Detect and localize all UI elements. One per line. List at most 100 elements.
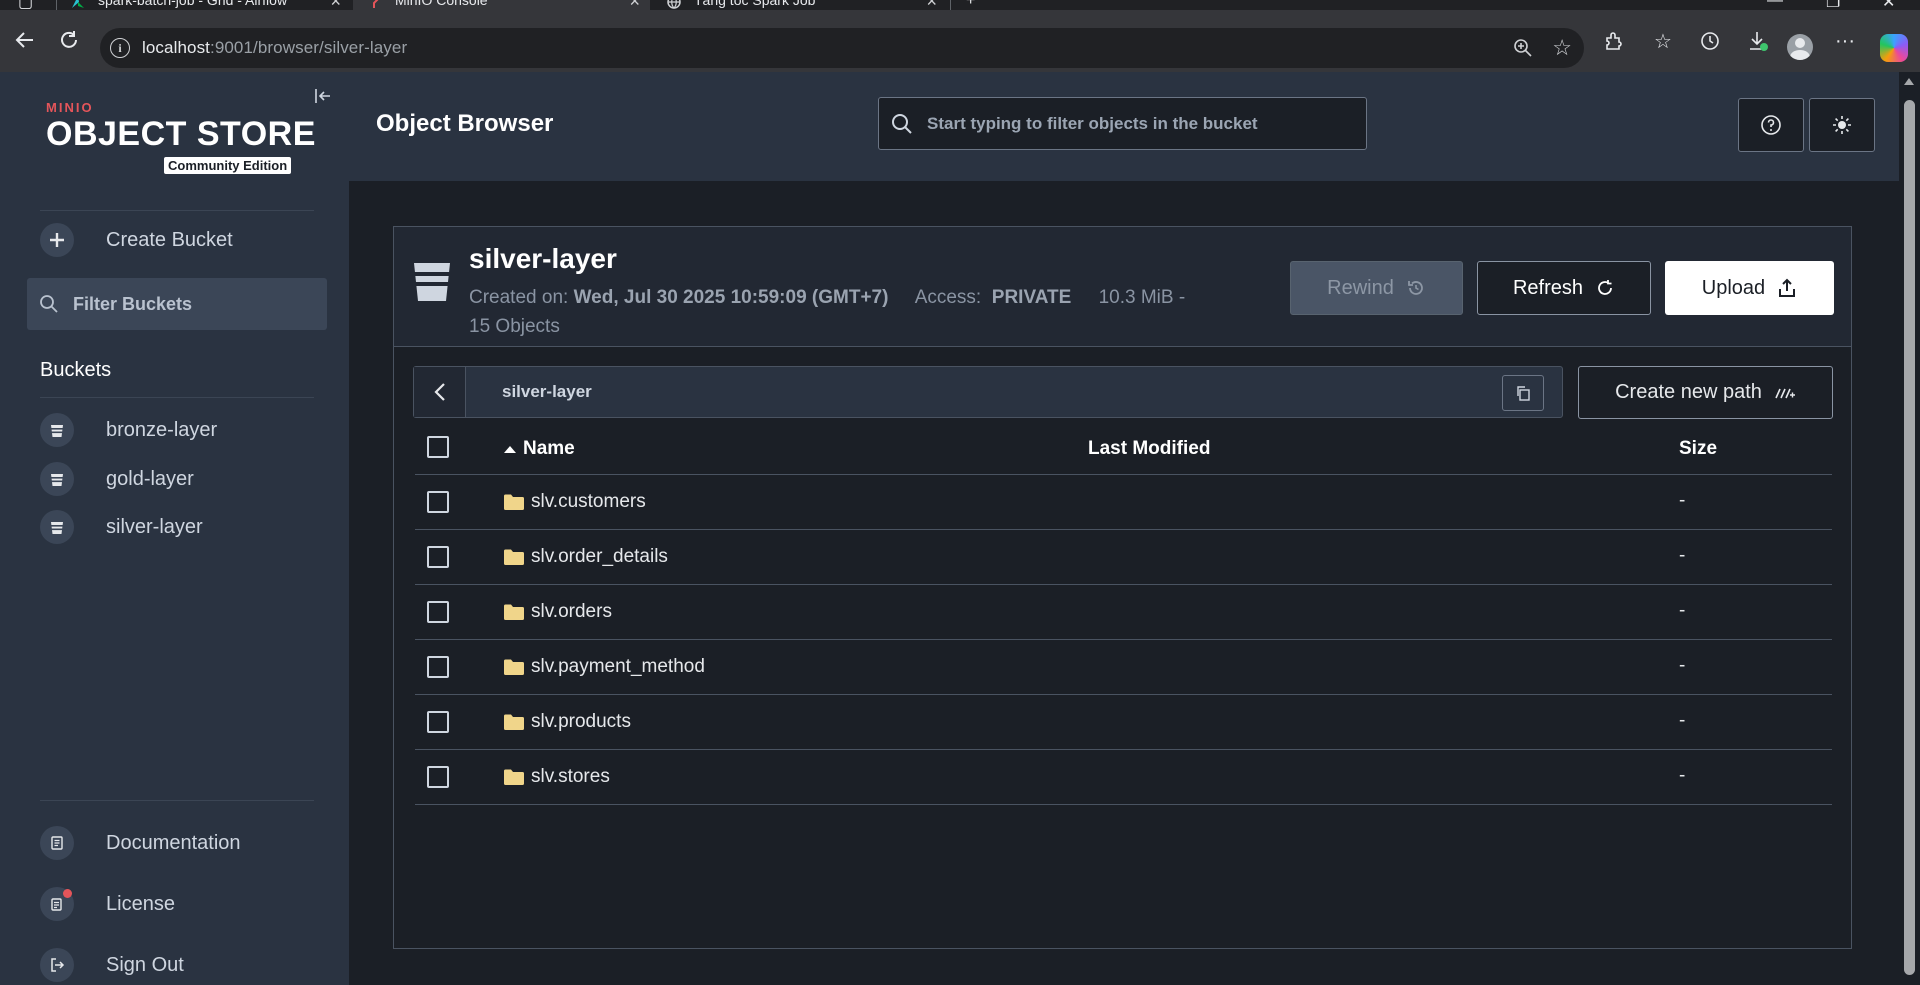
- create-bucket-button[interactable]: Create Bucket: [40, 223, 233, 257]
- row-checkbox[interactable]: [427, 766, 449, 788]
- table-row[interactable]: slv.payment_method -: [415, 640, 1832, 695]
- tab-title: spark-batch-job - Grid - Airflow: [98, 0, 288, 8]
- minimize-icon[interactable]: —: [1767, 0, 1783, 10]
- object-name: slv.stores: [531, 766, 610, 787]
- search-icon: [892, 113, 912, 134]
- bucket-header: silver-layer Created on: Wed, Jul 30 202…: [394, 227, 1851, 347]
- sun-icon: [1833, 116, 1851, 134]
- folder-icon: [504, 494, 524, 510]
- folder-icon: [504, 714, 524, 730]
- site-info-icon[interactable]: i: [110, 38, 130, 58]
- sidebar-item-bronze-layer[interactable]: bronze-layer: [40, 413, 217, 447]
- page-scrollbar[interactable]: [1899, 72, 1920, 985]
- scrollbar-thumb[interactable]: [1904, 100, 1915, 975]
- browser-tabstrip: ▢ spark-batch-job - Grid - Airflow × Min…: [0, 0, 1920, 11]
- filter-buckets-input[interactable]: Filter Buckets: [27, 278, 327, 330]
- new-path-icon: [1775, 388, 1795, 398]
- bucket-panel: silver-layer Created on: Wed, Jul 30 202…: [393, 226, 1852, 949]
- row-checkbox[interactable]: [427, 546, 449, 568]
- documentation-link[interactable]: Documentation: [40, 826, 241, 860]
- tab-airflow[interactable]: spark-batch-job - Grid - Airflow ×: [56, 0, 351, 11]
- object-name: slv.orders: [531, 601, 612, 622]
- row-checkbox[interactable]: [427, 491, 449, 513]
- help-button[interactable]: [1738, 98, 1804, 152]
- tab-separator: [950, 0, 951, 10]
- filter-placeholder: Filter Buckets: [73, 293, 193, 314]
- create-bucket-label: Create Bucket: [106, 228, 233, 251]
- zoom-icon[interactable]: [1512, 37, 1534, 64]
- edition-badge: Community Edition: [164, 157, 292, 174]
- table-row[interactable]: slv.customers -: [415, 475, 1832, 530]
- create-new-path-button[interactable]: Create new path: [1578, 366, 1833, 419]
- copy-path-button[interactable]: [1502, 375, 1544, 411]
- url-text: localhost:9001/browser/silver-layer: [142, 38, 408, 57]
- copilot-icon[interactable]: [1880, 34, 1908, 62]
- upload-label: Upload: [1701, 276, 1766, 299]
- collapse-sidebar-icon[interactable]: [314, 87, 334, 107]
- favorite-star-icon[interactable]: ☆: [1552, 35, 1572, 61]
- theme-toggle-button[interactable]: [1809, 98, 1875, 152]
- table-header: Name Last Modified Size: [415, 420, 1832, 475]
- table-row[interactable]: slv.orders -: [415, 585, 1832, 640]
- bucket-label: silver-layer: [106, 515, 203, 538]
- table-row[interactable]: slv.order_details -: [415, 530, 1832, 585]
- access-label: Access:: [914, 287, 982, 308]
- refresh-button[interactable]: Refresh: [1477, 261, 1651, 315]
- table-row[interactable]: slv.products -: [415, 695, 1832, 750]
- sort-ascending-icon[interactable]: [503, 444, 517, 454]
- upload-button[interactable]: Upload: [1665, 261, 1834, 315]
- downloads-icon[interactable]: [1744, 28, 1770, 54]
- reload-icon[interactable]: [57, 28, 81, 52]
- divider: [40, 210, 314, 211]
- scroll-up-icon[interactable]: [1904, 78, 1914, 85]
- folder-icon: [504, 659, 524, 675]
- object-name: slv.order_details: [531, 546, 668, 567]
- row-checkbox[interactable]: [427, 656, 449, 678]
- column-name[interactable]: Name: [523, 438, 575, 460]
- license-link[interactable]: License: [40, 887, 175, 921]
- new-tab-icon[interactable]: +: [966, 0, 975, 10]
- column-last-modified[interactable]: Last Modified: [1088, 438, 1210, 460]
- created-label: Created on:: [469, 287, 569, 308]
- breadcrumb-item[interactable]: silver-layer: [502, 382, 592, 402]
- tab-minio-console[interactable]: MinIO Console ×: [353, 0, 650, 11]
- object-name: slv.payment_method: [531, 656, 705, 677]
- sidebar: MINIO OBJECT STORE Community Edition Cre…: [0, 72, 349, 985]
- table-row[interactable]: slv.stores -: [415, 750, 1832, 805]
- sidebar-item-gold-layer[interactable]: gold-layer: [40, 462, 194, 496]
- row-checkbox[interactable]: [427, 711, 449, 733]
- object-size: -: [1679, 490, 1686, 511]
- back-button[interactable]: [414, 367, 466, 417]
- more-icon[interactable]: ···: [1832, 28, 1858, 54]
- object-name: slv.customers: [531, 491, 646, 512]
- rewind-label: Rewind: [1327, 276, 1394, 299]
- profile-avatar[interactable]: [1787, 34, 1813, 60]
- back-icon[interactable]: [13, 28, 37, 52]
- folder-icon: [504, 604, 524, 620]
- object-size: -: [1679, 655, 1686, 676]
- sign-out-icon: [40, 948, 74, 982]
- row-checkbox[interactable]: [427, 601, 449, 623]
- history-icon[interactable]: [1697, 28, 1723, 54]
- rewind-button[interactable]: Rewind: [1290, 261, 1463, 315]
- extensions-icon[interactable]: [1601, 28, 1627, 54]
- bucket-name: silver-layer: [469, 243, 617, 274]
- minio-logo[interactable]: MINIO OBJECT STORE Community Edition: [46, 100, 316, 174]
- airflow-icon: [72, 0, 84, 8]
- license-label: License: [106, 892, 175, 915]
- favorites-icon[interactable]: ☆: [1650, 28, 1676, 54]
- column-size[interactable]: Size: [1679, 438, 1717, 460]
- select-all-checkbox[interactable]: [427, 436, 449, 458]
- sign-out-button[interactable]: Sign Out: [40, 948, 184, 982]
- object-search-input[interactable]: Start typing to filter objects in the bu…: [878, 97, 1367, 150]
- object-size: -: [1679, 600, 1686, 621]
- search-placeholder: Start typing to filter objects in the bu…: [927, 113, 1258, 133]
- sidebar-item-silver-layer[interactable]: silver-layer: [40, 510, 203, 544]
- folder-icon: [504, 549, 524, 565]
- url-field[interactable]: i localhost:9001/browser/silver-layer ☆: [100, 28, 1584, 68]
- tab-spark-article[interactable]: Tăng tốc Spark Job ×: [652, 0, 947, 11]
- tab-title: Tăng tốc Spark Job: [694, 0, 816, 8]
- bucket-meta: Created on: Wed, Jul 30 2025 10:59:09 (G…: [469, 283, 1259, 341]
- object-size: -: [1679, 545, 1686, 566]
- help-icon: [1761, 115, 1781, 135]
